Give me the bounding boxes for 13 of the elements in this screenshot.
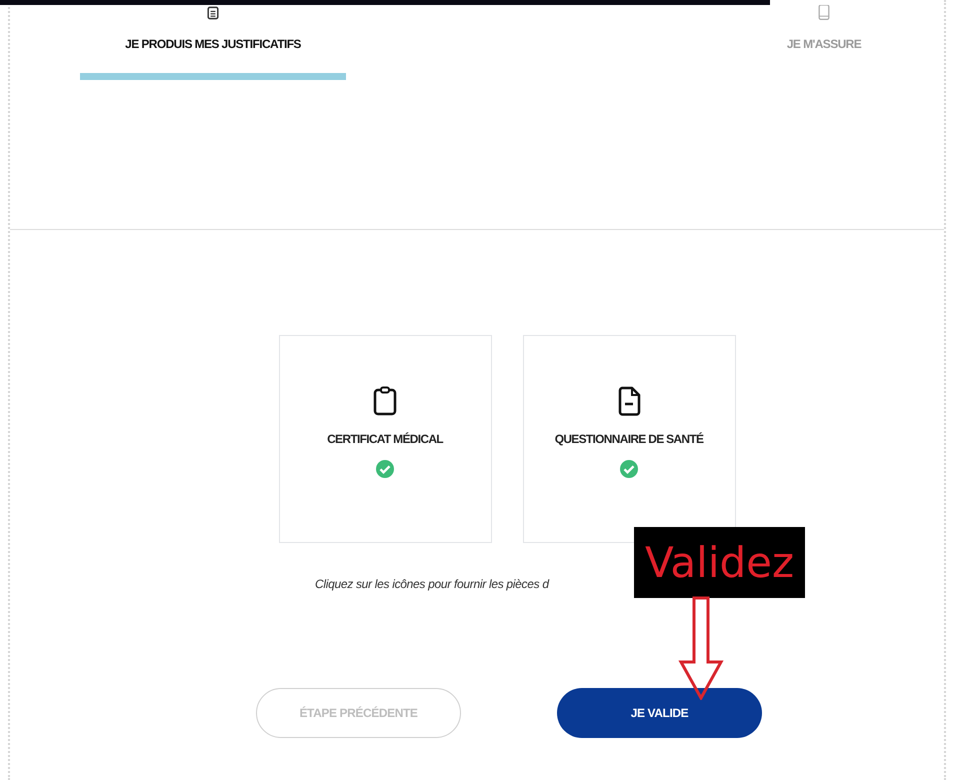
document-icon [204,5,221,21]
document-label: CERTIFICAT MÉDICAL [327,432,443,446]
phone-icon [816,5,832,21]
document-icon [617,386,641,416]
clipboard-icon [373,386,397,416]
document-card[interactable]: CERTIFICAT MÉDICAL [278,335,492,543]
instruction-text: Cliquez sur les icônes pour fournir les pièces d [315,577,549,591]
annotation-label: Validez [634,527,805,598]
down-arrow-icon [678,596,724,700]
validate-button[interactable]: JE VALIDE [557,688,762,738]
document-label: QUESTIONNAIRE DE SANTÉ [554,432,704,446]
step-tab[interactable]: JE PRODUIS MES JUSTIFICATIFS [125,5,301,51]
document-card[interactable]: QUESTIONNAIRE DE SANTÉ [522,335,736,543]
